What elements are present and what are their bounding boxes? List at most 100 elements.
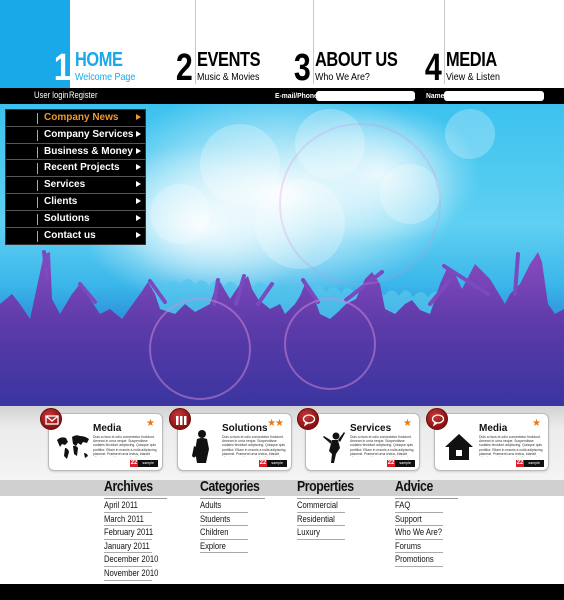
card-tag: 22 sample — [515, 460, 544, 467]
arrow-right-icon — [136, 197, 141, 204]
link-text: March 2011 — [104, 513, 144, 524]
arrow-right-icon — [136, 114, 141, 120]
nav-divider — [444, 0, 445, 84]
footer-link[interactable]: Commercial — [297, 499, 345, 513]
chat-icon — [297, 408, 319, 430]
tag-label: sample — [395, 460, 415, 467]
footer-link[interactable]: Children — [200, 526, 248, 540]
name-input[interactable] — [444, 91, 544, 101]
footer-column-advice: Advice FAQ Support Who We Are? Forums Pr… — [395, 478, 458, 567]
footer-link[interactable]: FAQ — [395, 499, 443, 513]
side-menu-label: Business & Money — [44, 145, 133, 157]
footer-column-title: Categories — [200, 478, 260, 495]
footer-link[interactable]: Students — [200, 513, 248, 527]
side-menu-item-recent-projects[interactable]: Recent Projects — [6, 160, 145, 178]
card-tag: 22 sample — [258, 460, 287, 467]
nav-subtitle: Who We Are? — [315, 71, 370, 83]
side-menu-label: Contact us — [44, 229, 96, 241]
card-description: Duis a risus et odio consectetur tincidu… — [222, 435, 286, 457]
footer-column-categories: Categories Adults Students Children Expl… — [200, 478, 265, 554]
feature-card-media-2[interactable]: Media ★ Duis a risus et odio consectetur… — [426, 408, 549, 471]
tag-number: 22 — [129, 460, 139, 467]
footer-link[interactable]: Forums — [395, 540, 443, 554]
arrow-right-icon — [136, 181, 141, 188]
bars-icon — [169, 408, 191, 430]
feature-card-media[interactable]: Media ★ Duis a risus et odio consectetur… — [40, 408, 163, 471]
footer-column-title: Properties — [297, 478, 354, 495]
footer-link[interactable]: April 2011 — [104, 499, 152, 513]
nav-title: HOME — [75, 49, 123, 71]
footer-link[interactable]: Residential — [297, 513, 345, 527]
side-menu: Company News Company Services Business &… — [5, 109, 146, 245]
tag-label: sample — [524, 460, 544, 467]
feature-card-solutions[interactable]: Solutions ★★ Duis a risus et odio consec… — [169, 408, 292, 471]
link-text: Luxury — [297, 527, 320, 538]
card-description: Duis a risus et odio consectetur tincidu… — [93, 435, 157, 457]
side-menu-item-solutions[interactable]: Solutions — [6, 211, 145, 228]
menu-divider — [37, 146, 38, 158]
arrow-right-icon — [136, 147, 141, 154]
menu-divider — [37, 163, 38, 175]
user-login-link[interactable]: User login — [34, 90, 68, 100]
chat-icon — [426, 408, 448, 430]
tag-number: 22 — [386, 460, 396, 467]
link-text: Who We Are? — [395, 527, 443, 538]
side-menu-item-business-money[interactable]: Business & Money — [6, 144, 145, 161]
footer-link[interactable]: Who We Are? — [395, 526, 443, 540]
link-text: Adults — [200, 500, 222, 510]
name-label: Name — [426, 91, 445, 100]
card-title: Services — [350, 423, 392, 434]
side-menu-item-contact-us[interactable]: Contact us — [6, 228, 145, 245]
link-text: Forums — [395, 540, 421, 551]
footer-column-archives: Archives April 2011 March 2011 February … — [104, 478, 167, 581]
arrow-right-icon — [136, 214, 141, 221]
register-link[interactable]: Register — [69, 90, 97, 100]
link-text: Children — [200, 527, 229, 538]
link-text: January 2011 — [104, 540, 150, 551]
email-phone-input[interactable] — [316, 91, 415, 101]
nav-title: MEDIA — [446, 49, 497, 71]
side-menu-label: Recent Projects — [44, 162, 120, 174]
side-menu-item-services[interactable]: Services — [6, 177, 145, 194]
side-menu-label: Company News — [44, 112, 119, 123]
side-menu-item-company-news[interactable]: Company News — [6, 110, 145, 127]
footer-link[interactable]: December 2010 — [104, 553, 158, 567]
side-menu-item-company-services[interactable]: Company Services — [6, 127, 145, 144]
nav-number: 1 — [53, 47, 71, 89]
top-navigation: 1 HOME Welcome Page 2 EVENTS Music & Mov… — [0, 0, 564, 88]
login-bar: User login Register E-mail/Phone Name — [0, 88, 564, 104]
footer-link[interactable]: Support — [395, 513, 443, 527]
card-tag: 22 sample — [386, 460, 415, 467]
menu-divider — [37, 196, 38, 208]
footer-link[interactable]: Promotions — [395, 553, 443, 567]
footer-link[interactable]: January 2011 — [104, 540, 152, 554]
footer-link[interactable]: November 2010 — [104, 567, 158, 581]
feature-card-services[interactable]: Services ★ Duis a risus et odio consecte… — [297, 408, 420, 471]
nav-subtitle: Welcome Page — [75, 71, 136, 83]
link-text: Promotions — [395, 554, 434, 565]
card-title: Media — [93, 423, 122, 434]
footer-link[interactable]: March 2011 — [104, 513, 152, 527]
nav-title: ABOUT US — [315, 49, 398, 71]
card-title: Solutions — [222, 423, 268, 434]
footer-link[interactable]: Luxury — [297, 526, 345, 540]
footer-column-properties: Properties Commercial Residential Luxury — [297, 478, 360, 540]
star-rating-icon: ★ — [532, 418, 541, 429]
footer-column-title: Advice — [395, 478, 433, 495]
side-menu-item-clients[interactable]: Clients — [6, 194, 145, 211]
footer-bar — [0, 584, 564, 600]
saxophone-player-icon — [192, 430, 209, 463]
arrow-right-icon — [136, 231, 141, 238]
footer-link[interactable]: Adults — [200, 499, 248, 513]
link-text: Support — [395, 513, 422, 524]
card-tag: 22 sample — [129, 460, 158, 467]
menu-divider — [37, 213, 38, 225]
footer-link[interactable]: February 2011 — [104, 526, 153, 540]
menu-divider — [37, 129, 38, 141]
footer-column-title: Archives — [104, 478, 153, 495]
jumping-person-icon — [323, 432, 345, 463]
footer-header-band — [0, 480, 564, 496]
world-map-icon — [57, 435, 89, 459]
star-rating-icon: ★★ — [267, 418, 284, 429]
footer-link[interactable]: Explore — [200, 540, 248, 554]
